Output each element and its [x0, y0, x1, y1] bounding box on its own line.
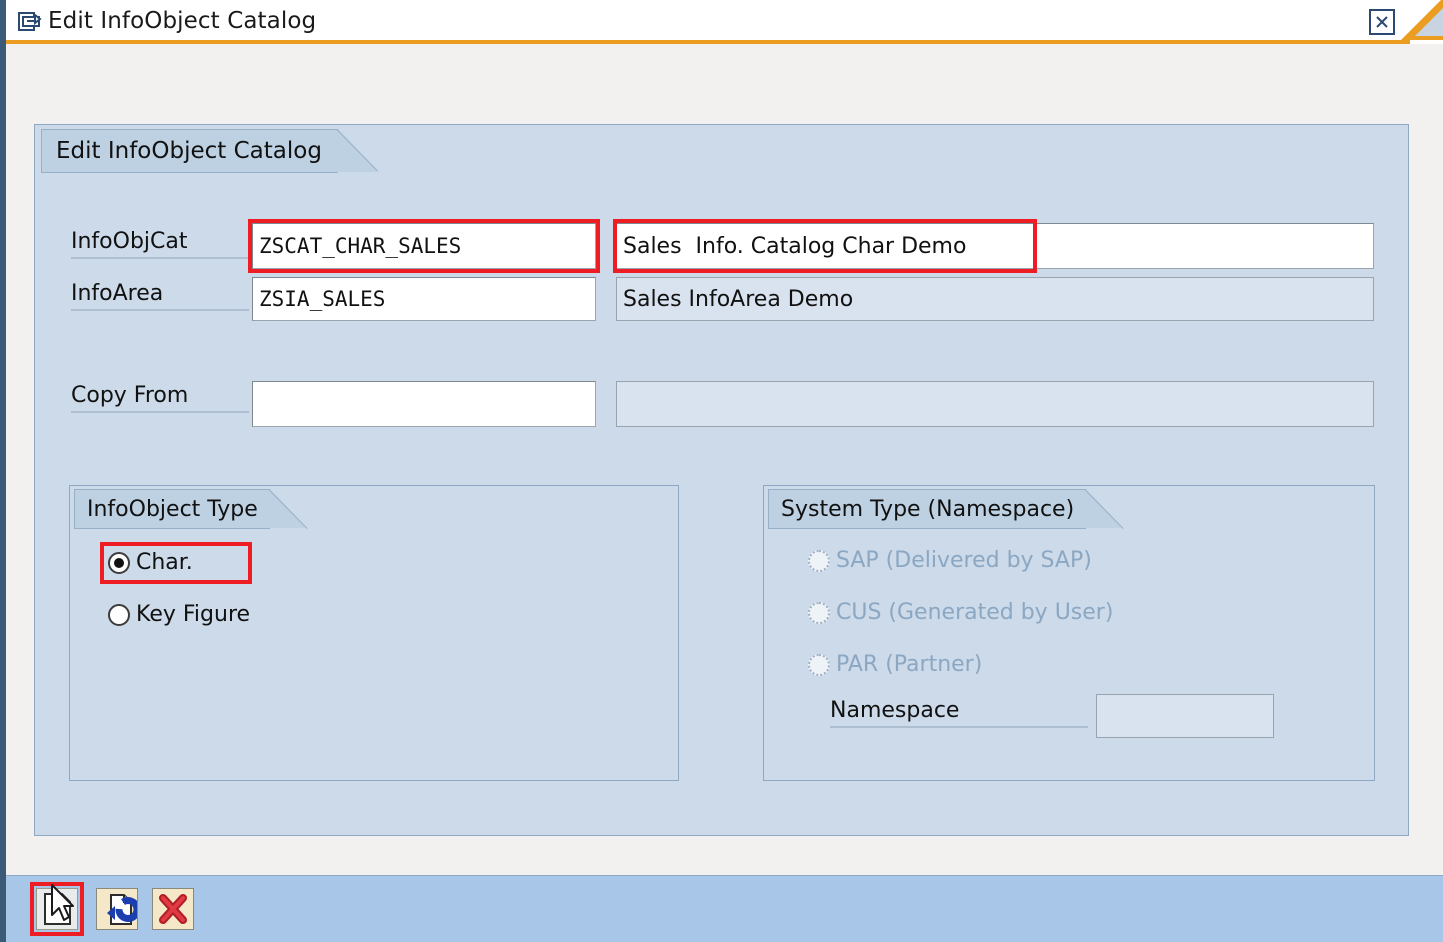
infoobjcat-input[interactable]	[252, 223, 596, 269]
radio-cus: CUS (Generated by User)	[808, 600, 1113, 625]
copy-from-label: Copy From	[71, 383, 249, 413]
radio-par-label: PAR (Partner)	[836, 652, 983, 677]
radio-sap: SAP (Delivered by SAP)	[808, 548, 1092, 573]
panel-header-label: Edit InfoObject Catalog	[56, 138, 322, 164]
copy-from-input[interactable]	[252, 381, 596, 427]
radio-par-indicator	[808, 653, 830, 676]
create-button[interactable]	[36, 888, 78, 930]
infoobject-type-group: InfoObject Type Char. Key Figure	[69, 485, 679, 781]
check-button[interactable]	[96, 888, 141, 933]
radio-sap-indicator	[808, 549, 830, 572]
radio-sap-label: SAP (Delivered by SAP)	[836, 548, 1092, 573]
radio-cus-indicator	[808, 601, 830, 624]
sap-dialog-window: Edit InfoObject Catalog Edit InfoObject …	[0, 0, 1443, 942]
namespace-label: Namespace	[830, 698, 1088, 728]
radio-char[interactable]: Char.	[108, 550, 193, 575]
titlebar-corner-decoration	[1397, 0, 1443, 48]
namespace-field	[1096, 694, 1274, 738]
infoarea-input[interactable]	[252, 277, 596, 321]
edit-infoobject-catalog-panel: Edit InfoObject Catalog InfoObjCat InfoA…	[34, 124, 1409, 836]
cancel-button[interactable]	[152, 888, 194, 930]
edit-document-icon	[18, 11, 42, 33]
infoobject-type-header-label: InfoObject Type	[87, 496, 258, 522]
infoobjcat-row: InfoObjCat	[71, 229, 249, 259]
radio-char-label: Char.	[136, 550, 193, 575]
namespace-row: Namespace	[830, 698, 1088, 728]
infoobject-type-header: InfoObject Type	[74, 489, 307, 529]
infoobjcat-label: InfoObjCat	[71, 229, 249, 259]
radio-key-figure[interactable]: Key Figure	[108, 602, 250, 627]
panel-header: Edit InfoObject Catalog	[41, 129, 379, 173]
system-type-header-label: System Type (Namespace)	[781, 496, 1075, 522]
copy-from-description-field	[616, 381, 1374, 427]
system-type-group: System Type (Namespace) SAP (Delivered b…	[763, 485, 1375, 781]
system-type-header-edge	[1085, 489, 1124, 529]
copy-from-row: Copy From	[71, 383, 249, 413]
radio-cus-label: CUS (Generated by User)	[836, 600, 1114, 625]
panel-header-edge	[337, 129, 380, 173]
radio-par: PAR (Partner)	[808, 652, 982, 677]
red-x-icon	[153, 894, 193, 933]
infoarea-description-field	[616, 277, 1374, 321]
close-icon[interactable]	[1369, 9, 1395, 35]
infoobject-type-header-edge	[269, 489, 308, 529]
radio-key-figure-indicator[interactable]	[108, 603, 130, 626]
dialog-toolbar	[6, 875, 1443, 942]
infoarea-row: InfoArea	[71, 281, 249, 311]
system-type-header: System Type (Namespace)	[768, 489, 1124, 529]
infoarea-label: InfoArea	[71, 281, 249, 311]
radio-char-indicator[interactable]	[108, 551, 130, 574]
window-title: Edit InfoObject Catalog	[48, 8, 317, 34]
infoobjcat-description-input[interactable]	[616, 223, 1374, 269]
radio-key-figure-label: Key Figure	[136, 602, 251, 627]
new-document-icon	[37, 893, 77, 933]
window-titlebar: Edit InfoObject Catalog	[6, 0, 1443, 44]
refresh-document-icon	[97, 894, 141, 933]
